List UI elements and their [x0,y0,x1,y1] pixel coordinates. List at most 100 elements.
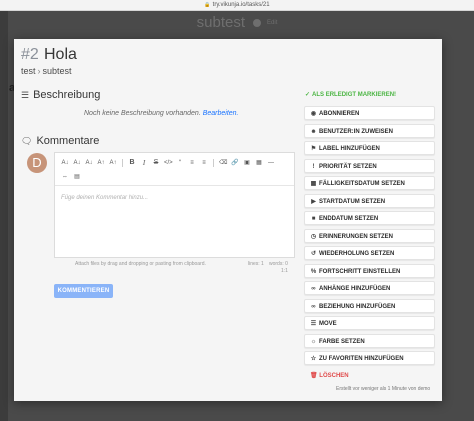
description-heading: ☰ Beschreibung [21,89,100,101]
action-label: ANHÄNGE HINZUFÜGEN [319,286,391,292]
link-icon[interactable]: 🔗 [231,158,239,168]
toolbar-divider [122,159,123,167]
image-icon[interactable]: ▣ [243,158,251,168]
action-add-favorite[interactable]: ☆ ZU FAVORITEN HINZUFÜGEN [304,351,435,365]
words-count: words: 0 [269,261,288,267]
eye-icon: ◉ [310,111,317,117]
star-icon: ☆ [310,356,317,362]
action-set-color[interactable]: ☼ FARBE SETZEN [304,333,435,348]
action-label: ENDDATUM SETZEN [319,216,379,222]
table-icon[interactable]: ▦ [255,158,263,168]
action-label: ABONNIEREN [319,111,360,117]
palette-icon: ☼ [310,338,317,345]
heading-up-icon[interactable]: A↑ [97,158,105,168]
lock-icon: 🔒 [204,2,211,8]
comment-submit-button[interactable]: KOMMENTIEREN [54,284,113,298]
task-actions: ◉ ABONNIEREN ☻ BENUTZER:IN ZUWEISEN ⚑ LABEL… [304,106,435,369]
heading2-icon[interactable]: A↓ [73,158,81,168]
action-set-progress[interactable]: % FORTSCHRITT EINSTELLEN [304,263,435,278]
action-subscribe[interactable]: ◉ ABONNIEREN [304,106,435,120]
url-text: try.vikunja.io/tasks/21 [212,2,270,8]
sidebar-shadow [0,11,8,421]
horizontal-rule-icon[interactable]: — [267,158,275,168]
align-left-icon: ☰ [21,90,30,100]
heading3-icon[interactable]: A↓ [85,158,93,168]
italic-icon[interactable]: I [140,158,148,168]
description-empty-text: Noch keine Beschreibung vorhanden. [84,110,201,117]
action-set-due-date[interactable]: ▦ FÄLLIGKEITSDATUM SETZEN [304,176,435,190]
action-assign-user[interactable]: ☻ BENUTZER:IN ZUWEISEN [304,123,435,138]
check-icon: ✓ [305,92,311,98]
url-display[interactable]: 🔒 try.vikunja.io/tasks/21 [0,0,474,10]
action-set-end-date[interactable]: ■ ENDDATUM SETZEN [304,211,435,225]
heading-bigger-icon[interactable]: A↑ [109,158,117,168]
calendar-icon: ▦ [310,181,317,187]
action-set-priority[interactable]: ! PRIORITÄT SETZEN [304,158,435,173]
action-set-reminders[interactable]: ◷ ERINNERUNGEN SETZEN [304,228,435,243]
delete-button[interactable]: 🗑 LÖSCHEN [310,372,349,379]
tags-icon: ⚑ [310,146,317,152]
comments-heading: 🗨 Kommentare [21,135,99,147]
task-id: #2 [21,46,39,63]
action-add-label[interactable]: ⚑ LABEL HINZUFÜGEN [304,141,435,155]
upload-image-icon[interactable]: ▤ [73,172,81,182]
action-set-repeat[interactable]: ↺ WIEDERHOLUNG SETZEN [304,246,435,260]
action-label: MOVE [319,321,337,327]
description-empty: Noch keine Beschreibung vorhanden. Bearb… [84,110,239,117]
action-label: BENUTZER:IN ZUWEISEN [319,128,393,135]
action-label: FARBE SETZEN [319,338,365,345]
link-icon: ∞ [311,303,316,310]
code-icon[interactable]: </> [164,158,173,168]
side-by-side-icon[interactable]: ⇔ [61,172,69,182]
action-label: ZU FAVORITEN HINZUFÜGEN [319,356,404,362]
stop-icon: ■ [311,216,316,222]
clean-block-icon[interactable]: ⌫ [219,158,227,168]
numbered-list-icon[interactable]: ≡ [200,158,208,168]
comment-placeholder: Füge deinen Kommentar hinzu... [61,195,149,201]
description-edit-link[interactable]: Bearbeiten. [203,110,239,117]
task-detail-modal: #2 Hola test › subtest ☰ Beschreibung Noch … [14,39,442,401]
toolbar-divider [213,159,214,167]
paperclip-icon: ∞ [311,286,316,292]
task-title[interactable]: Hola [44,46,77,64]
cursor-position: 1:1 [281,268,288,274]
toolbar-row-2: ⇔ ▤ [61,171,81,183]
background-edit-label: Edit [267,20,278,27]
play-icon: ▶ [311,198,316,205]
mark-done-button[interactable]: ✓ ALS ERLEDIGT MARKIEREN! [305,91,396,98]
trash-icon: 🗑 [310,373,318,379]
background-project-title: subtest Edit [0,14,474,31]
users-icon: ☻ [310,128,317,135]
delete-label: LÖSCHEN [319,373,349,379]
created-info: Erstellt vor weniger als 1 Minute von de… [336,386,431,392]
bullet-list-icon[interactable]: ≡ [188,158,196,168]
breadcrumb-project[interactable]: subtest [43,66,72,76]
quote-icon[interactable]: “ [176,158,184,168]
action-label: STARTDATUM SETZEN [319,198,386,205]
comment-editor[interactable]: A↓ A↓ A↓ A↑ A↑ B I S </> “ ≡ ≡ ⌫ 🔗 ▣ ▦ — [54,152,295,258]
action-add-relation[interactable]: ∞ BEZIEHUNG HINZUFÜGEN [304,298,435,313]
action-label: BEZIEHUNG HINZUFÜGEN [319,303,396,310]
background-title-text: subtest [196,14,246,31]
editor-toolbar: A↓ A↓ A↓ A↑ A↑ B I S </> “ ≡ ≡ ⌫ 🔗 ▣ ▦ — [55,153,294,186]
action-set-start-date[interactable]: ▶ STARTDATUM SETZEN [304,193,435,208]
breadcrumb-parent[interactable]: test [21,66,36,76]
bold-icon[interactable]: B [128,158,136,168]
attach-hint: Attach files by drag and dropping or pas… [75,261,206,267]
action-label: PRIORITÄT SETZEN [319,163,377,170]
comments-icon: 🗨 [21,136,33,146]
breadcrumb-separator: › [37,66,41,76]
strikethrough-icon[interactable]: S [152,158,160,168]
avatar: D [27,153,47,173]
percent-icon: % [310,268,317,275]
action-move[interactable]: ☰ MOVE [304,316,435,330]
history-icon: ↺ [310,251,317,257]
action-add-attachments[interactable]: ∞ ANHÄNGE HINZUFÜGEN [304,281,435,295]
heading1-icon[interactable]: A↓ [61,158,69,168]
exclamation-icon: ! [312,163,315,170]
action-label: LABEL HINZUFÜGEN [319,146,380,152]
breadcrumb: test › subtest [21,66,72,76]
action-label: ERINNERUNGEN SETZEN [319,233,394,240]
gear-icon [253,19,262,28]
toolbar-row-1: A↓ A↓ A↓ A↑ A↑ B I S </> “ ≡ ≡ ⌫ 🔗 ▣ ▦ — [61,157,275,169]
